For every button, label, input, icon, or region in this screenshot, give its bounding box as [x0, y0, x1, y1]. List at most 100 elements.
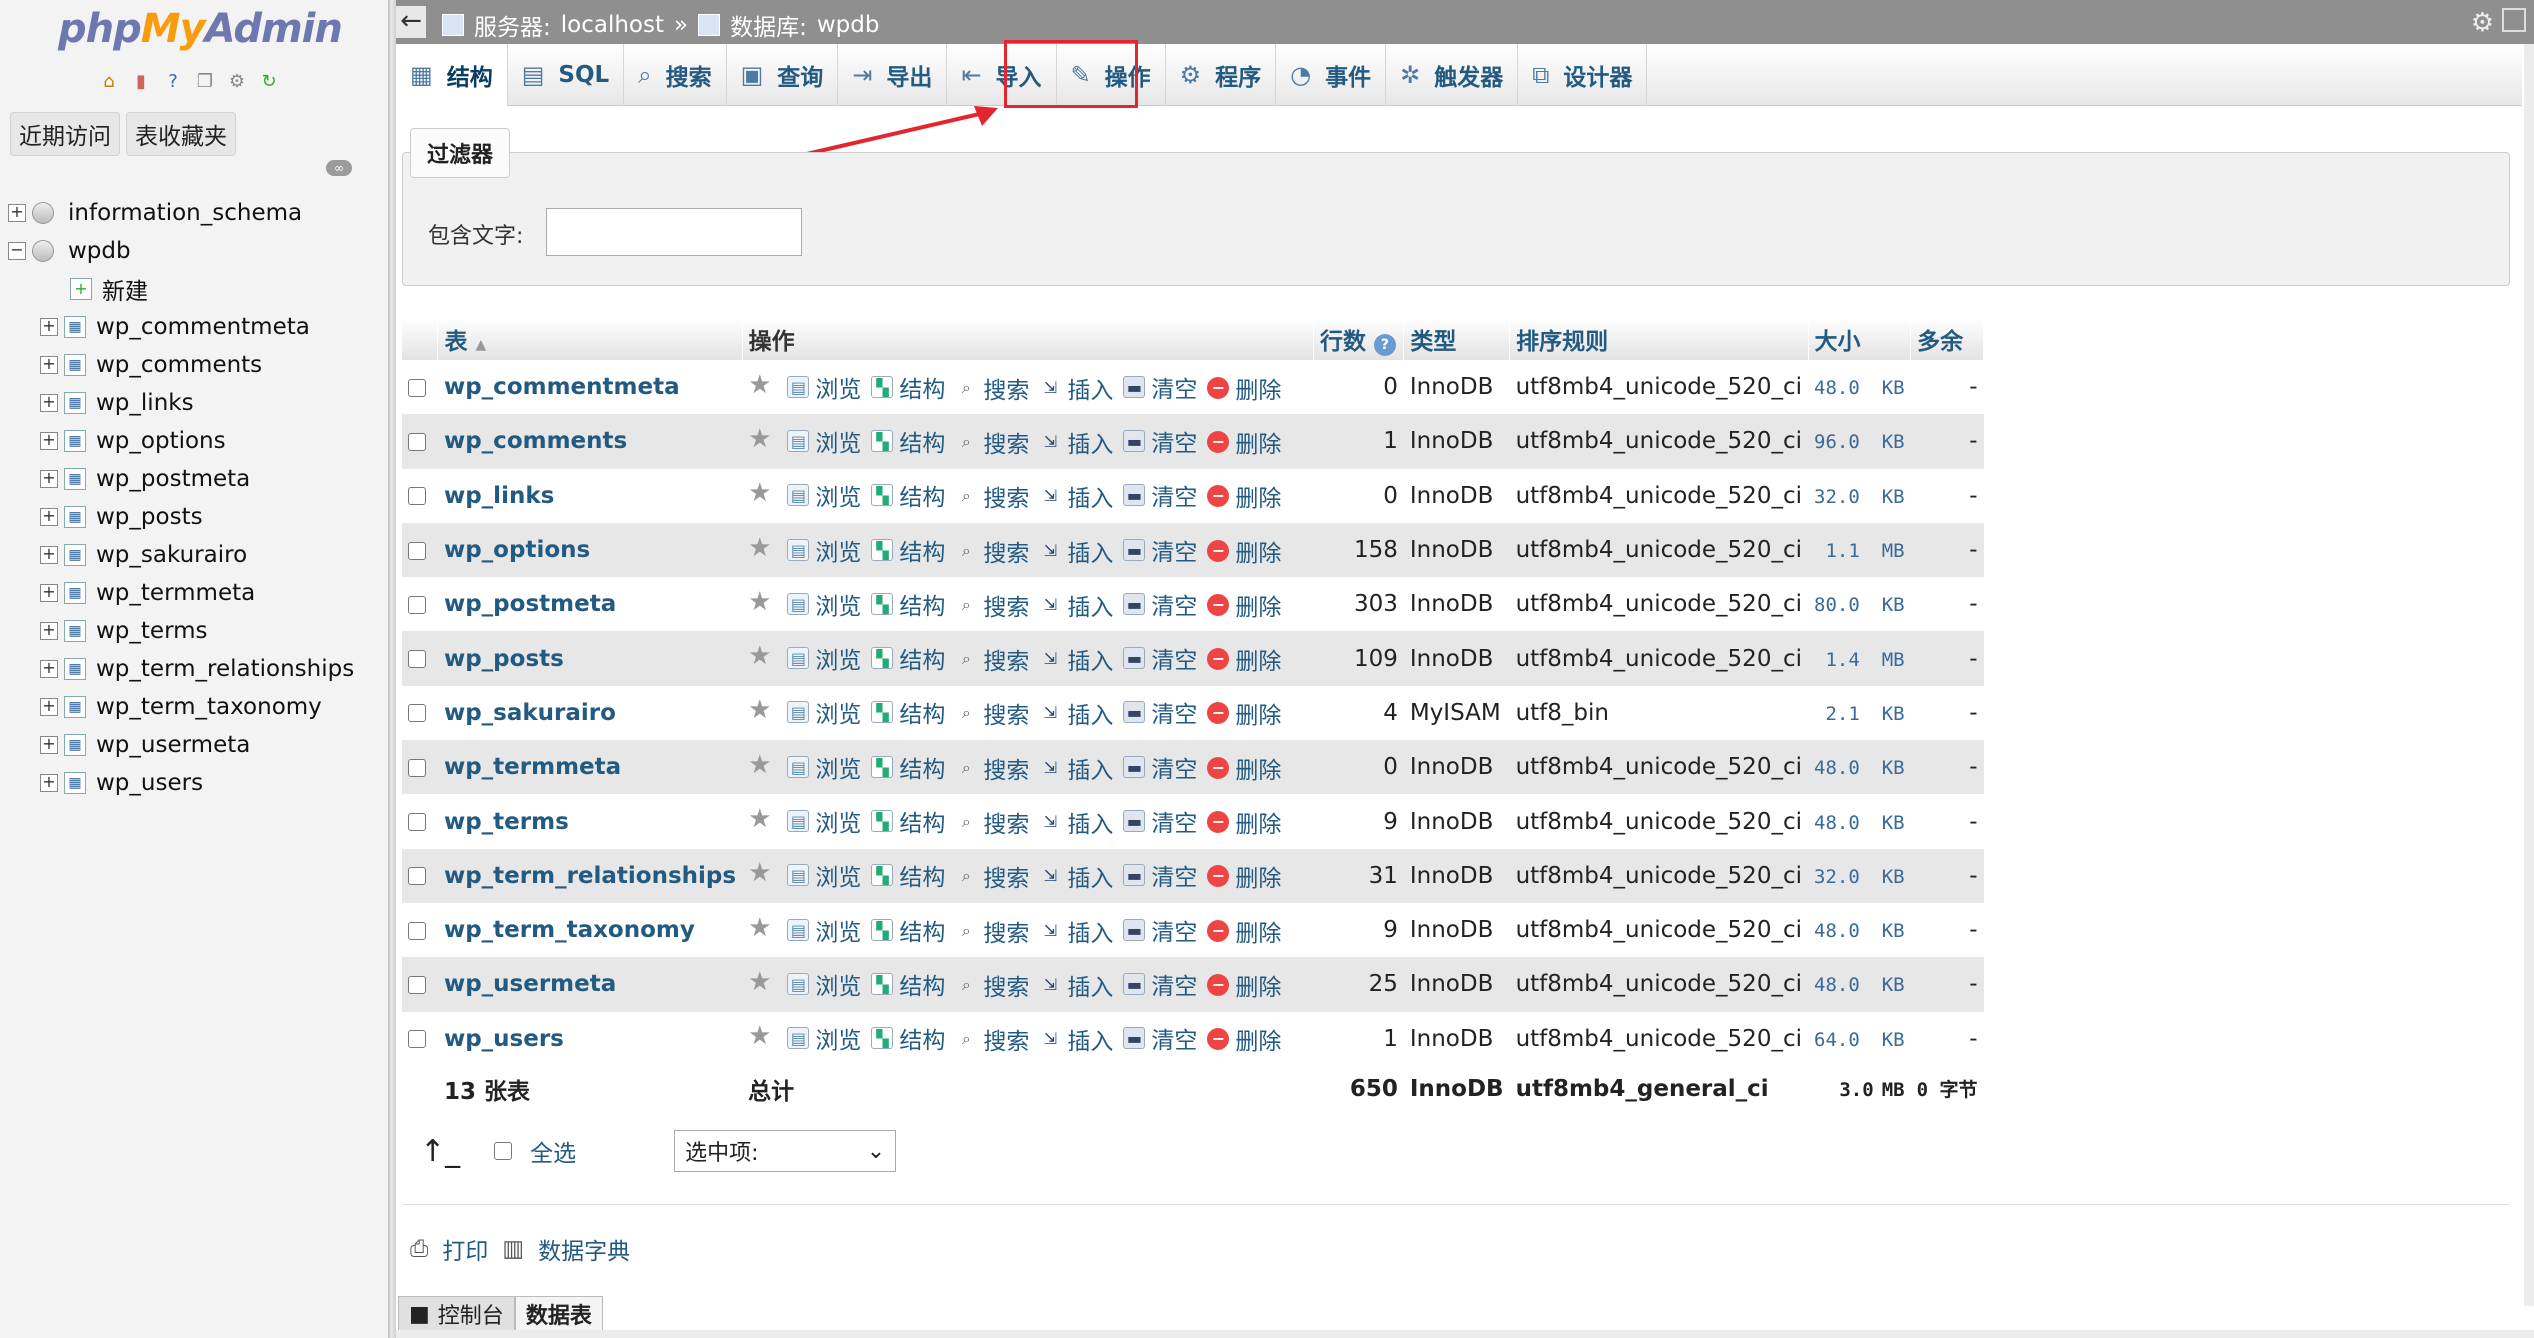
drop-action[interactable]: − 删除 [1207, 642, 1281, 676]
collapse-panel-icon[interactable]: ← [396, 6, 426, 38]
drop-action[interactable]: − 删除 [1207, 751, 1281, 785]
drop-action[interactable]: − 删除 [1207, 425, 1281, 459]
search-action[interactable]: ⌕ 搜索 [955, 642, 1029, 676]
browse-action[interactable]: ▤ 浏览 [787, 587, 861, 621]
row-size[interactable]: 2.1 KB [1808, 685, 1911, 741]
browse-action[interactable]: ▤ 浏览 [787, 695, 861, 729]
row-size[interactable]: 1.4 MB [1808, 631, 1911, 686]
recent-tab[interactable]: 近期访问 [10, 112, 120, 156]
browse-action[interactable]: ▤ 浏览 [787, 424, 861, 458]
tree-table-label[interactable]: wp_options [96, 428, 226, 454]
empty-action[interactable]: ▬ 清空 [1123, 804, 1197, 838]
sort-collation-link[interactable]: 排序规则 [1516, 329, 1608, 355]
tree-table-item[interactable]: + ▦ wp_terms [8, 612, 354, 650]
insert-action[interactable]: ⇲ 插入 [1039, 968, 1114, 1002]
browse-action[interactable]: ▤ 浏览 [787, 1021, 861, 1055]
search-action[interactable]: ⌕ 搜索 [955, 914, 1029, 948]
row-checkbox[interactable] [408, 975, 426, 994]
help-icon[interactable]: ? [160, 68, 186, 94]
favorite-star-icon[interactable]: ★ [748, 478, 771, 508]
drop-action[interactable]: − 删除 [1207, 696, 1281, 730]
structure-action[interactable]: ▚ 结构 [871, 478, 945, 512]
expand-icon[interactable]: + [40, 622, 58, 640]
tree-table-label[interactable]: wp_postmeta [96, 466, 250, 492]
sort-size-link[interactable]: 大小 [1815, 329, 1861, 355]
datatable-tab[interactable]: 数据表 [514, 1296, 603, 1332]
insert-action[interactable]: ⇲ 插入 [1039, 479, 1114, 513]
drop-action[interactable]: − 删除 [1207, 479, 1281, 513]
tree-table-label[interactable]: wp_usermeta [96, 732, 250, 758]
tab-routines[interactable]: ⚙ 程序 [1166, 44, 1277, 106]
print-link[interactable]: 打印 [442, 1232, 488, 1266]
table-name-link[interactable]: wp_terms [444, 809, 569, 835]
tree-new-label[interactable]: 新建 [102, 272, 148, 306]
table-name-link[interactable]: wp_usermeta [444, 971, 616, 997]
row-size[interactable]: 1.1 MB [1808, 522, 1911, 578]
empty-action[interactable]: ▬ 清空 [1123, 858, 1197, 892]
row-checkbox[interactable] [408, 595, 426, 614]
with-selected-select[interactable]: 选中项: ⌄ [674, 1130, 897, 1172]
expand-icon[interactable]: + [40, 698, 58, 716]
tree-table-label[interactable]: wp_sakurairo [96, 542, 247, 568]
tree-table-item[interactable]: + ▦ wp_sakurairo [8, 536, 354, 574]
drop-action[interactable]: − 删除 [1207, 914, 1281, 948]
empty-action[interactable]: ▬ 清空 [1123, 1021, 1197, 1055]
tree-table-item[interactable]: + ▦ wp_postmeta [8, 460, 354, 498]
table-name-link[interactable]: wp_sakurairo [444, 700, 616, 726]
header-rows[interactable]: 行数? [1313, 318, 1405, 360]
row-checkbox[interactable] [408, 813, 426, 832]
settings-icon[interactable]: ⚙ [224, 68, 250, 94]
favorite-star-icon[interactable]: ★ [748, 370, 771, 400]
table-name-link[interactable]: wp_posts [444, 646, 564, 672]
tree-db-label[interactable]: information_schema [68, 200, 302, 226]
tab-clock[interactable]: ◔ 事件 [1276, 44, 1387, 106]
structure-action[interactable]: ▚ 结构 [871, 587, 945, 621]
drop-action[interactable]: − 删除 [1207, 534, 1281, 568]
row-checkbox[interactable] [408, 758, 426, 777]
browse-action[interactable]: ▤ 浏览 [787, 478, 861, 512]
tree-db-label[interactable]: wpdb [68, 238, 131, 264]
browse-action[interactable]: ▤ 浏览 [787, 750, 861, 784]
favorite-star-icon[interactable]: ★ [748, 424, 771, 454]
structure-action[interactable]: ▚ 结构 [871, 533, 945, 567]
search-action[interactable]: ⌕ 搜索 [955, 859, 1029, 893]
tree-table-label[interactable]: wp_term_taxonomy [96, 694, 322, 720]
horizontal-scrollbar[interactable] [396, 1330, 2534, 1338]
table-name-link[interactable]: wp_commentmeta [444, 374, 680, 400]
drop-action[interactable]: − 删除 [1207, 588, 1281, 622]
browse-action[interactable]: ▤ 浏览 [787, 804, 861, 838]
row-checkbox[interactable] [408, 650, 426, 669]
insert-action[interactable]: ⇲ 插入 [1039, 751, 1114, 785]
favorite-star-icon[interactable]: ★ [748, 641, 771, 671]
drop-action[interactable]: − 删除 [1207, 859, 1281, 893]
table-name-link[interactable]: wp_term_relationships [444, 863, 736, 889]
tree-table-label[interactable]: wp_commentmeta [96, 314, 310, 340]
breadcrumb-db[interactable]: wpdb [817, 12, 880, 38]
expand-icon[interactable]: + [40, 432, 58, 450]
row-checkbox[interactable] [408, 432, 426, 451]
header-size[interactable]: 大小 [1808, 318, 1912, 360]
favorite-star-icon[interactable]: ★ [748, 804, 771, 834]
header-overhead[interactable]: 多余 [1910, 318, 1984, 360]
tree-table-item[interactable]: + ▦ wp_comments [8, 346, 354, 384]
header-type[interactable]: 类型 [1403, 318, 1511, 360]
browse-action[interactable]: ▤ 浏览 [787, 641, 861, 675]
expand-icon[interactable]: + [8, 204, 26, 222]
page-settings-icon[interactable]: ⚙ [2471, 8, 2494, 38]
favorite-star-icon[interactable]: ★ [748, 750, 771, 780]
insert-action[interactable]: ⇲ 插入 [1039, 588, 1114, 622]
collapse-icon[interactable]: − [8, 242, 26, 260]
tree-table-label[interactable]: wp_termmeta [96, 580, 255, 606]
row-checkbox[interactable] [408, 1030, 426, 1049]
row-checkbox[interactable] [408, 867, 426, 886]
sort-table-link[interactable]: 表 [444, 329, 467, 355]
empty-action[interactable]: ▬ 清空 [1123, 533, 1197, 567]
row-size[interactable]: 48.0 KB [1808, 957, 1911, 1012]
logout-icon[interactable]: ▮ [128, 68, 154, 94]
sort-type-link[interactable]: 类型 [1410, 329, 1456, 355]
tree-table-label[interactable]: wp_users [96, 770, 203, 796]
row-size[interactable]: 48.0 KB [1808, 360, 1911, 415]
tab-structure[interactable]: ▦ 结构 [396, 44, 508, 106]
expand-icon[interactable]: + [40, 470, 58, 488]
insert-action[interactable]: ⇲ 插入 [1039, 696, 1114, 730]
